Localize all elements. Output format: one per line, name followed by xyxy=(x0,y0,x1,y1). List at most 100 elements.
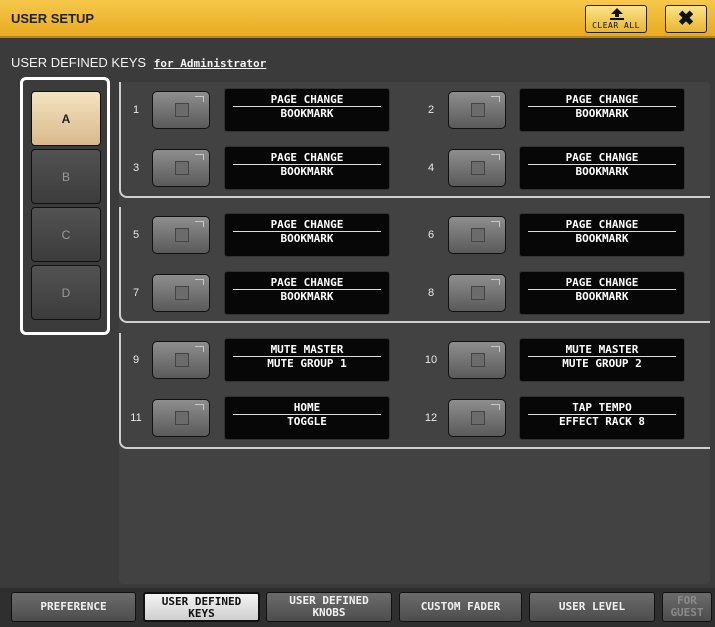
key-corner-icon xyxy=(195,346,204,352)
user-setup-window: USER SETUP CLEAR ALL ✖ USER DEFINED KEYS… xyxy=(0,0,715,627)
key-corner-icon xyxy=(491,346,500,352)
section-title: USER DEFINED KEYS xyxy=(11,55,147,70)
bank-selector: A B C D xyxy=(20,77,110,335)
user-key-button-1[interactable] xyxy=(152,91,210,129)
user-key-button-6[interactable] xyxy=(448,216,506,254)
key-number: 12 xyxy=(424,412,438,424)
key-led-icon xyxy=(175,353,189,367)
function-line-1: TAP TEMPO xyxy=(572,401,632,414)
function-line-1: PAGE CHANGE xyxy=(270,276,344,289)
key-number: 9 xyxy=(132,354,140,366)
key-function-display-11[interactable]: HOME TOGGLE xyxy=(224,396,390,440)
key-corner-icon xyxy=(195,96,204,102)
key-led-icon xyxy=(175,228,189,242)
key-function-display-9[interactable]: MUTE MASTER MUTE GROUP 1 xyxy=(224,338,390,382)
title-bar: USER SETUP CLEAR ALL ✖ xyxy=(0,0,715,38)
user-key-button-3[interactable] xyxy=(152,149,210,187)
function-line-1: PAGE CHANGE xyxy=(565,151,639,164)
window-title: USER SETUP xyxy=(11,11,95,26)
section-heading: USER DEFINED KEYS for Administrator xyxy=(11,55,266,70)
function-line-2: MUTE GROUP 1 xyxy=(267,357,347,370)
key-number: 11 xyxy=(130,412,142,424)
key-function-display-4[interactable]: PAGE CHANGE BOOKMARK xyxy=(519,146,685,190)
key-function-display-5[interactable]: PAGE CHANGE BOOKMARK xyxy=(224,213,390,257)
function-line-2: BOOKMARK xyxy=(280,165,334,178)
tab-custom-fader[interactable]: CUSTOM FADER xyxy=(399,592,522,622)
key-number: 6 xyxy=(427,229,435,241)
key-number: 1 xyxy=(132,104,140,116)
tab-label-line-2: KEYS xyxy=(188,607,215,620)
key-corner-icon xyxy=(491,221,500,227)
function-line-2: BOOKMARK xyxy=(280,290,334,303)
function-line-1: PAGE CHANGE xyxy=(270,151,344,164)
function-line-1: MUTE MASTER xyxy=(565,343,639,356)
user-key-button-4[interactable] xyxy=(448,149,506,187)
keys-panel: 1 PAGE CHANGE BOOKMARK 2 PAGE CHANGE BOOKM… xyxy=(119,82,710,584)
clear-all-button[interactable]: CLEAR ALL xyxy=(585,5,647,33)
key-function-display-3[interactable]: PAGE CHANGE BOOKMARK xyxy=(224,146,390,190)
function-line-2: BOOKMARK xyxy=(280,107,334,120)
close-icon[interactable]: ✖ xyxy=(665,5,707,33)
tab-label: CUSTOM FADER xyxy=(420,600,501,613)
user-key-button-8[interactable] xyxy=(448,274,506,312)
function-line-1: PAGE CHANGE xyxy=(270,93,344,106)
key-number: 4 xyxy=(427,162,435,174)
key-number: 8 xyxy=(427,287,435,299)
key-number: 5 xyxy=(132,229,140,241)
user-key-button-11[interactable] xyxy=(152,399,210,437)
key-led-icon xyxy=(471,353,485,367)
function-line-1: HOME xyxy=(293,401,321,414)
bank-button-c[interactable]: C xyxy=(31,207,101,262)
tab-preference[interactable]: PREFERENCE xyxy=(11,592,136,622)
key-led-icon xyxy=(175,411,189,425)
key-number: 7 xyxy=(132,287,140,299)
key-function-display-6[interactable]: PAGE CHANGE BOOKMARK xyxy=(519,213,685,257)
key-function-display-2[interactable]: PAGE CHANGE BOOKMARK xyxy=(519,88,685,132)
function-line-1: PAGE CHANGE xyxy=(565,93,639,106)
key-led-icon xyxy=(175,103,189,117)
user-key-button-5[interactable] xyxy=(152,216,210,254)
key-function-display-8[interactable]: PAGE CHANGE BOOKMARK xyxy=(519,271,685,315)
key-led-icon xyxy=(471,228,485,242)
key-number: 3 xyxy=(132,162,140,174)
bank-button-a[interactable]: A xyxy=(31,91,101,146)
user-key-button-12[interactable] xyxy=(448,399,506,437)
bank-button-b[interactable]: B xyxy=(31,149,101,204)
tab-user-defined-keys[interactable]: USER DEFINED KEYS xyxy=(143,592,260,622)
tab-label: PREFERENCE xyxy=(40,600,107,613)
key-function-display-10[interactable]: MUTE MASTER MUTE GROUP 2 xyxy=(519,338,685,382)
key-led-icon xyxy=(471,161,485,175)
key-corner-icon xyxy=(195,404,204,410)
key-corner-icon xyxy=(195,221,204,227)
key-function-display-7[interactable]: PAGE CHANGE BOOKMARK xyxy=(224,271,390,315)
user-key-button-2[interactable] xyxy=(448,91,506,129)
key-led-icon xyxy=(471,103,485,117)
function-line-1: PAGE CHANGE xyxy=(270,218,344,231)
key-number: 10 xyxy=(424,354,438,366)
function-line-2: BOOKMARK xyxy=(575,290,629,303)
tab-label: USER LEVEL xyxy=(558,600,626,613)
key-function-display-1[interactable]: PAGE CHANGE BOOKMARK xyxy=(224,88,390,132)
key-corner-icon xyxy=(491,96,500,102)
tab-user-defined-knobs[interactable]: USER DEFINED KNOBS xyxy=(266,592,392,622)
key-number: 2 xyxy=(427,104,435,116)
key-led-icon xyxy=(471,286,485,300)
key-corner-icon xyxy=(491,404,500,410)
user-key-button-9[interactable] xyxy=(152,341,210,379)
tab-for-guest[interactable]: FOR GUEST xyxy=(662,592,712,622)
for-user-link[interactable]: for Administrator xyxy=(154,57,267,70)
clear-all-label: CLEAR ALL xyxy=(592,21,640,30)
function-line-2: TOGGLE xyxy=(287,415,327,428)
user-key-button-10[interactable] xyxy=(448,341,506,379)
key-led-icon xyxy=(175,286,189,300)
bank-button-d[interactable]: D xyxy=(31,265,101,320)
tab-user-level[interactable]: USER LEVEL xyxy=(529,592,655,622)
key-function-display-12[interactable]: TAP TEMPO EFFECT RACK 8 xyxy=(519,396,685,440)
function-line-2: BOOKMARK xyxy=(575,107,629,120)
key-corner-icon xyxy=(491,154,500,160)
user-key-button-7[interactable] xyxy=(152,274,210,312)
function-line-1: MUTE MASTER xyxy=(270,343,344,356)
key-corner-icon xyxy=(195,279,204,285)
tab-label-line-2: GUEST xyxy=(670,606,704,619)
clear-all-arrow-icon xyxy=(610,8,624,20)
